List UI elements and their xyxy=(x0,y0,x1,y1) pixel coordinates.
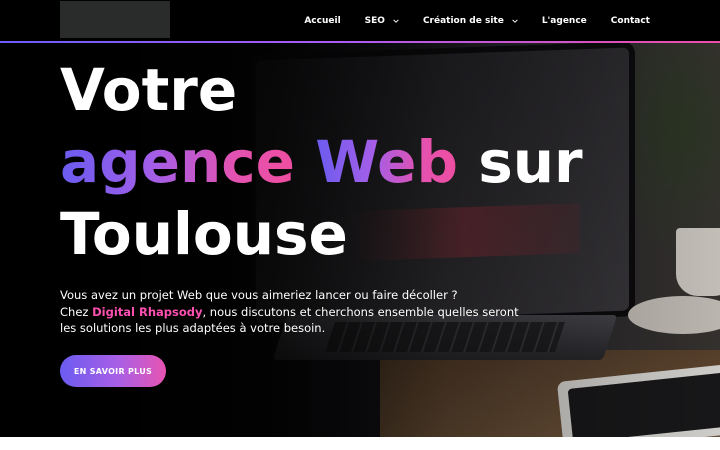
hero-section: Votre agence Web sur Toulouse Vous avez … xyxy=(0,0,720,437)
hero-intro: Vous avez un projet Web que vous aimerie… xyxy=(60,287,530,337)
chevron-down-icon xyxy=(393,19,399,23)
nav-label: Création de site xyxy=(422,16,504,26)
hero-title: Votre agence Web sur Toulouse xyxy=(60,54,583,270)
nav-label: SEO xyxy=(364,16,385,26)
title-word-sur: sur xyxy=(478,128,583,196)
site-header: Accueil SEO Création de site L'agence Co… xyxy=(0,0,720,43)
brand-name: Digital Rhapsody xyxy=(92,304,203,319)
nav-item-accueil[interactable]: Accueil xyxy=(304,16,340,26)
intro-line-1: Vous avez un projet Web que vous aimerie… xyxy=(60,288,458,302)
nav-item-seo[interactable]: SEO xyxy=(365,16,399,26)
nav-label: L'agence xyxy=(541,16,587,26)
header-gradient-divider xyxy=(0,41,720,43)
intro-prefix: Chez xyxy=(60,304,93,319)
nav-item-creation-de-site[interactable]: Création de site xyxy=(423,16,518,26)
main-nav: Accueil SEO Création de site L'agence Co… xyxy=(304,0,650,42)
chevron-down-icon xyxy=(512,19,518,23)
nav-label: Accueil xyxy=(304,16,341,26)
title-line-1: Votre xyxy=(60,56,238,124)
nav-item-lagence[interactable]: L'agence xyxy=(542,16,587,26)
title-line-3: Toulouse xyxy=(60,200,348,268)
title-gradient-word-web: Web xyxy=(315,128,458,196)
nav-label: Contact xyxy=(610,16,650,26)
site-logo[interactable] xyxy=(60,1,170,38)
nav-item-contact[interactable]: Contact xyxy=(611,16,650,26)
title-gradient-word-agence: agence xyxy=(60,128,296,196)
learn-more-button[interactable]: EN SAVOIR PLUS xyxy=(60,355,166,387)
